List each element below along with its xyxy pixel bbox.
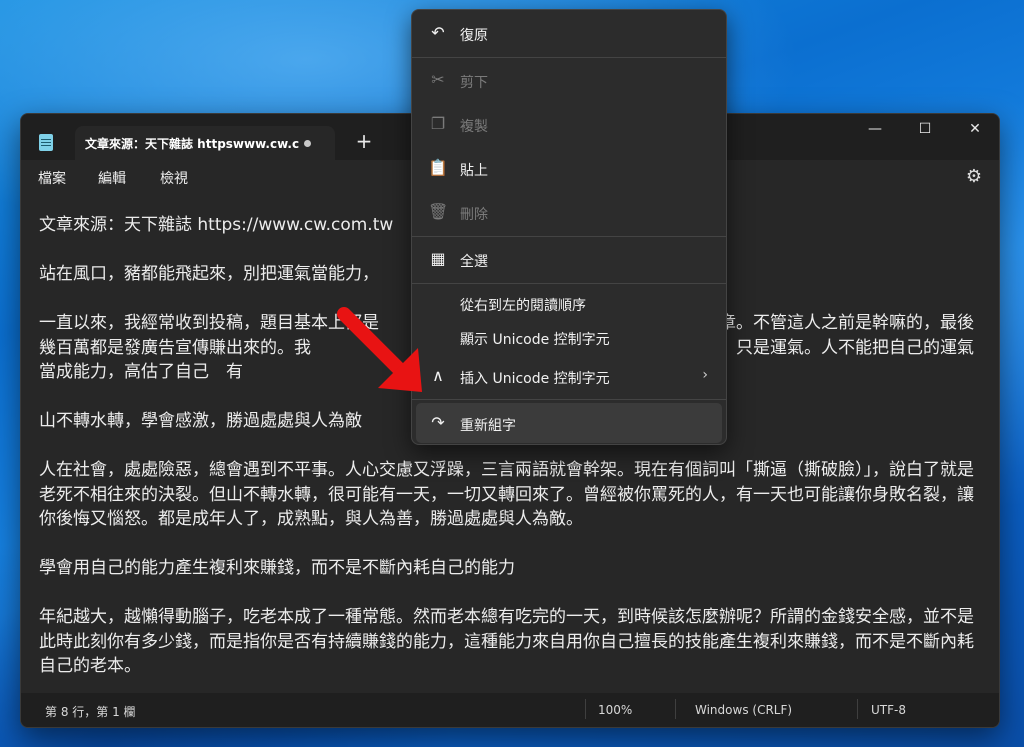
menu-item-label: 從右到左的閱讀順序: [460, 298, 586, 314]
context-menu: ↶ 復原 ✂ 剪下 ❐ 複製 📋 貼上 🗑 刪除 ▦ 全選 從右到左的閱讀順序 …: [411, 9, 727, 445]
encoding: UTF-8: [871, 703, 906, 717]
menu-item-insert-unicode[interactable]: ∧ 插入 Unicode 控制字元 ›: [416, 356, 722, 396]
minimize-button[interactable]: —: [851, 114, 899, 144]
undo-icon: ↶: [431, 23, 445, 42]
menu-item-label: 顯示 Unicode 控制字元: [460, 332, 610, 348]
menu-edit[interactable]: 編輯: [98, 168, 126, 188]
menu-item-label: 重新組字: [460, 418, 516, 434]
maximize-button[interactable]: ☐: [901, 114, 949, 144]
status-bar: 第 8 行，第 1 欄 100% Windows (CRLF) UTF-8: [21, 693, 999, 727]
menu-item-show-unicode[interactable]: 顯示 Unicode 控制字元: [416, 317, 722, 357]
menu-item-label: 全選: [460, 254, 488, 270]
menu-item-label: 貼上: [460, 163, 488, 179]
unsaved-dot-icon[interactable]: [304, 140, 311, 147]
menu-item-label: 剪下: [460, 75, 488, 91]
red-arrow-annotation: [337, 307, 422, 392]
chevron-right-icon: ›: [702, 367, 708, 383]
paste-icon: 📋: [428, 158, 448, 177]
status-divider: [675, 699, 676, 719]
status-divider: [857, 699, 858, 719]
menu-item-copy[interactable]: ❐ 複製: [416, 104, 722, 144]
close-button[interactable]: ✕: [951, 114, 999, 144]
cut-icon: ✂: [431, 70, 445, 89]
status-divider: [585, 699, 586, 719]
notepad-app-icon: [39, 134, 53, 151]
paragraph: 學會用自己的能力產生複利來賺錢，而不是不斷內耗自己的能力: [39, 558, 515, 578]
reconvert-icon: ↷: [431, 413, 445, 432]
menu-item-reconvert[interactable]: ↷ 重新組字: [416, 403, 722, 443]
line-ending: Windows (CRLF): [695, 703, 793, 717]
select-all-icon: ▦: [430, 249, 446, 268]
document-tab[interactable]: 文章來源：天下雜誌 httpswww.cw.c: [75, 126, 335, 160]
menu-view[interactable]: 檢視: [160, 168, 188, 188]
menu-item-cut[interactable]: ✂ 剪下: [416, 60, 722, 100]
menu-separator: [412, 236, 726, 237]
menu-file[interactable]: 檔案: [38, 168, 66, 188]
cursor-position: 第 8 行，第 1 欄: [45, 705, 136, 719]
menu-item-label: 復原: [460, 28, 488, 44]
menu-item-label: 複製: [460, 119, 488, 135]
menu-item-undo[interactable]: ↶ 復原: [416, 13, 722, 53]
menu-item-paste[interactable]: 📋 貼上: [416, 148, 722, 188]
paragraph: 人在社會，處處險惡，總會遇到不平事。人心交慮又浮躁，三言兩語就會幹架。現在有個詞…: [39, 460, 974, 529]
menu-item-label: 插入 Unicode 控制字元: [460, 371, 610, 387]
copy-icon: ❐: [430, 114, 446, 133]
menu-item-delete[interactable]: 🗑 刪除: [416, 192, 722, 232]
menu-item-label: 刪除: [460, 207, 488, 223]
menu-separator: [412, 57, 726, 58]
gear-icon[interactable]: ⚙: [963, 166, 985, 188]
menu-item-select-all[interactable]: ▦ 全選: [416, 239, 722, 279]
menu-separator: [412, 399, 726, 400]
new-tab-button[interactable]: +: [351, 128, 377, 154]
tab-title: 文章來源：天下雜誌 httpswww.cw.c: [85, 137, 299, 151]
zoom-level: 100%: [598, 703, 633, 717]
paragraph: 年紀越大，越懶得動腦子，吃老本成了一種常態。然而老本總有吃完的一天，到時候該怎麼…: [39, 607, 974, 676]
delete-icon: 🗑: [428, 202, 449, 221]
